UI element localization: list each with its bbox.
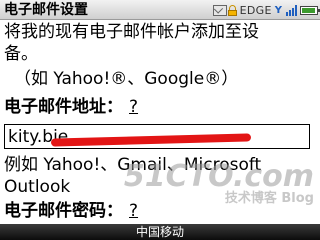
email-address-input[interactable]: kity.bie: [4, 124, 310, 149]
battery-icon: [300, 5, 320, 15]
signal-glyph: Y: [274, 4, 282, 16]
intro-examples: （如 Yahoo!®、Google®）: [14, 69, 239, 89]
intro-text-line1-wrap: 备。: [4, 44, 38, 64]
intro-text-line1: 将我的现有电子邮件帐户添加至设: [4, 22, 259, 42]
signal-strength-icon: [286, 4, 297, 16]
email-password-label: 电子邮件密码：: [4, 201, 123, 221]
lock-icon: [227, 4, 237, 16]
message-icon: [212, 5, 227, 16]
email-setup-form: 将我的现有电子邮件帐户添加至设 备。 （如 Yahoo!®、Google®） 电…: [0, 20, 320, 224]
carrier-bar: 中国移动: [0, 224, 320, 240]
email-password-label-row: 电子邮件密码：?: [4, 200, 138, 222]
title-bar: 电子邮件设置 EDGE Y: [0, 0, 320, 20]
email-example-line1: 例如 Yahoo!、Gmail、Microsoft: [4, 155, 262, 175]
battery-fill: [302, 7, 315, 13]
email-example-line2: Outlook: [4, 177, 71, 197]
carrier-name: 中国移动: [135, 225, 184, 239]
network-type: EDGE: [239, 3, 272, 17]
app-title: 电子邮件设置: [4, 2, 88, 18]
email-help-link[interactable]: ?: [129, 97, 138, 117]
redaction-mark: [50, 133, 252, 147]
email-address-label-row: 电子邮件地址：?: [4, 96, 138, 118]
password-help-link[interactable]: ?: [129, 201, 138, 221]
status-area: EDGE Y: [212, 2, 320, 18]
watermark-bottom: 技术博客 Blog: [224, 191, 314, 206]
email-address-label: 电子邮件地址：: [4, 97, 123, 117]
